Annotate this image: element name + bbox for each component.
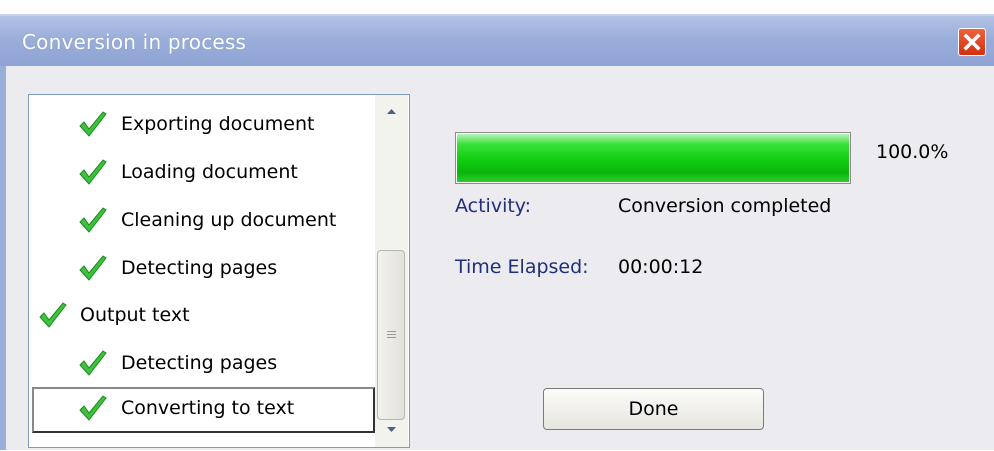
step-label: Cleaning up document — [121, 209, 337, 231]
list-item[interactable]: Cleaning up document — [29, 199, 375, 245]
step-label: Output text — [80, 304, 190, 326]
list-item[interactable]: Detecting pages — [29, 342, 375, 388]
step-label: Loading document — [121, 161, 298, 183]
scroll-up-arrow-icon — [387, 109, 396, 114]
done-button[interactable]: Done — [543, 388, 764, 430]
list-item[interactable]: Loading document — [29, 151, 375, 197]
close-icon — [963, 33, 981, 51]
scrollbar-thumb[interactable] — [377, 250, 405, 420]
list-item[interactable]: Output text — [29, 294, 375, 340]
thumb-grip — [387, 334, 396, 335]
conversion-steps-list[interactable]: Exporting document Loading document Clea… — [28, 94, 410, 448]
checkmark-icon — [79, 207, 107, 233]
list-item-selected[interactable]: Converting to text — [32, 387, 375, 433]
title-bar[interactable]: Conversion in process — [0, 14, 994, 66]
window-title: Conversion in process — [22, 30, 247, 54]
elapsed-value: 00:00:12 — [618, 256, 704, 278]
checkmark-icon — [79, 255, 107, 281]
checkmark-icon — [79, 350, 107, 376]
step-label: Exporting document — [121, 113, 315, 135]
list-item[interactable]: Detecting pages — [29, 247, 375, 293]
scroll-up-button[interactable] — [375, 95, 408, 129]
thumb-grip — [387, 331, 396, 332]
elapsed-label: Time Elapsed: — [455, 256, 589, 278]
conversion-dialog: Conversion in process Exporting document… — [0, 14, 994, 450]
progress-bar — [455, 132, 851, 184]
progress-percent: 100.0% — [876, 141, 949, 163]
step-label: Detecting pages — [121, 257, 278, 279]
scroll-down-button[interactable] — [375, 413, 408, 447]
scroll-down-arrow-icon — [387, 427, 396, 432]
list-item[interactable]: Exporting document — [29, 103, 375, 149]
close-button[interactable] — [958, 28, 986, 56]
window-frame-left — [0, 66, 6, 450]
step-label: Converting to text — [121, 397, 295, 419]
checkmark-icon — [79, 111, 107, 137]
checkmark-icon — [79, 395, 107, 421]
thumb-grip — [387, 337, 396, 338]
activity-label: Activity: — [455, 195, 532, 217]
activity-value: Conversion completed — [618, 195, 832, 217]
progress-fill — [457, 134, 849, 182]
checkmark-icon — [39, 302, 67, 328]
checkmark-icon — [79, 159, 107, 185]
list-scrollbar[interactable] — [375, 95, 408, 447]
step-label: Detecting pages — [121, 352, 278, 374]
